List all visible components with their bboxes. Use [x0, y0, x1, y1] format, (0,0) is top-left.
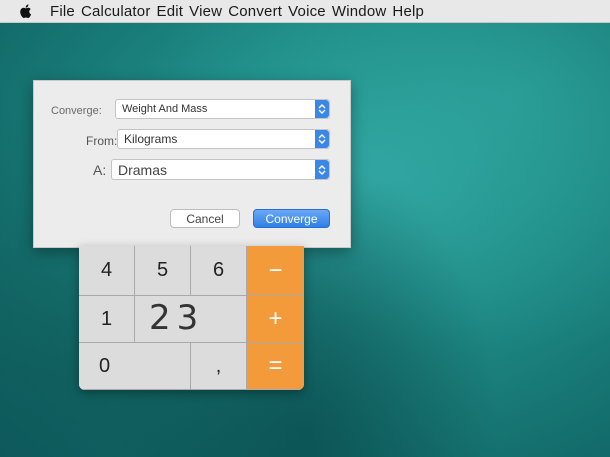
key-5[interactable]: 5	[135, 246, 191, 296]
menu-edit[interactable]: Edit	[157, 3, 184, 20]
to-label: A:	[93, 162, 107, 178]
apple-logo-icon[interactable]	[18, 3, 34, 19]
from-select[interactable]: Kilograms	[117, 129, 330, 149]
key-minus[interactable]: −	[247, 246, 304, 296]
conversion-dialog: Converge: Weight And Mass From: Kilogram…	[33, 80, 351, 248]
from-value: Kilograms	[124, 132, 178, 146]
to-value: Dramas	[118, 161, 168, 178]
menu-help[interactable]: Help	[392, 3, 424, 20]
menu-view[interactable]: View	[189, 3, 222, 20]
menu-voice[interactable]: Voice	[288, 3, 326, 20]
key-plus[interactable]: +	[247, 296, 304, 343]
key-6[interactable]: 6	[191, 246, 247, 296]
cancel-button[interactable]: Cancel	[170, 209, 240, 228]
stepper-icon	[315, 100, 329, 118]
converge-label: Converge:	[51, 105, 102, 117]
menu-calculator[interactable]: Calculator	[81, 3, 151, 20]
key-0[interactable]: 0	[79, 343, 191, 390]
menu-convert[interactable]: Convert	[228, 3, 282, 20]
menu-window[interactable]: Window	[332, 3, 387, 20]
calculator-keypad: 4 5 6 − 1 + 0 , = 23	[79, 246, 304, 390]
stepper-icon	[315, 160, 329, 179]
display-value: 23	[149, 298, 205, 338]
menu-bar: File Calculator Edit View Convert Voice …	[0, 0, 610, 23]
to-select[interactable]: Dramas	[111, 159, 330, 180]
from-label: From:	[86, 134, 118, 148]
key-1[interactable]: 1	[79, 296, 135, 343]
key-equals[interactable]: =	[247, 343, 304, 390]
menu-file[interactable]: File	[50, 3, 75, 20]
key-4[interactable]: 4	[79, 246, 135, 296]
converge-button[interactable]: Converge	[253, 209, 330, 228]
key-comma[interactable]: ,	[191, 343, 247, 390]
converge-value: Weight And Mass	[122, 103, 208, 115]
stepper-icon	[315, 130, 329, 148]
converge-select[interactable]: Weight And Mass	[115, 99, 330, 119]
